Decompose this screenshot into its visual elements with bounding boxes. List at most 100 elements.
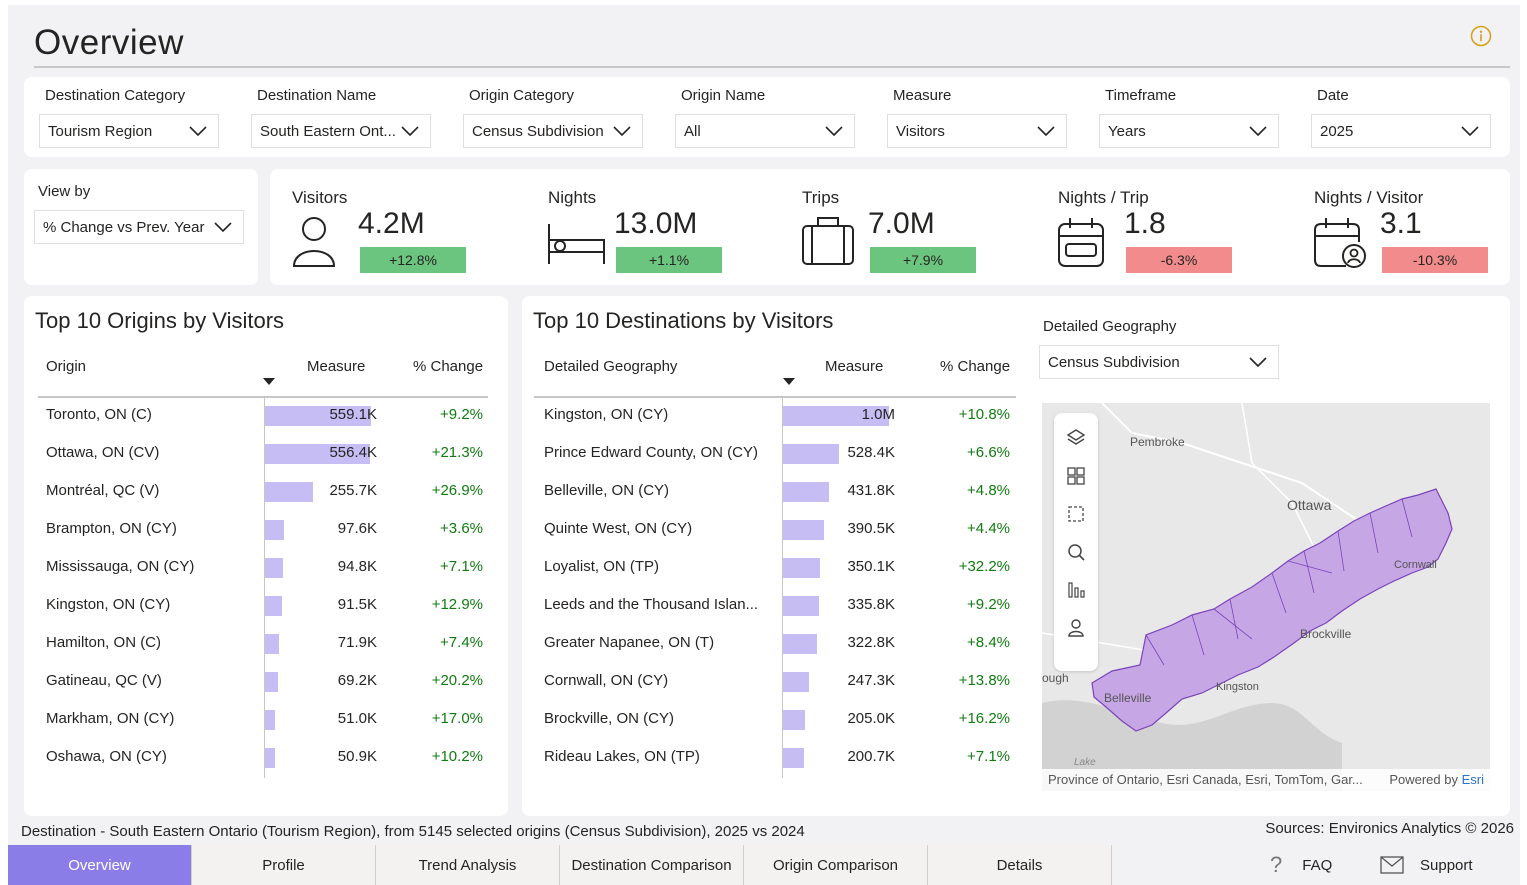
bar-chart-icon[interactable] bbox=[1065, 579, 1087, 601]
origin-category-label: Origin Category bbox=[469, 87, 575, 104]
measure-dropdown[interactable]: Visitors bbox=[887, 114, 1067, 148]
person-locate-icon[interactable] bbox=[1065, 617, 1087, 639]
kpi-value: 3.1 bbox=[1380, 207, 1422, 240]
table-row-bar[interactable] bbox=[265, 596, 282, 616]
destinations-col-measure[interactable]: Measure bbox=[825, 358, 883, 375]
calendar-person-icon bbox=[1314, 218, 1366, 268]
table-row-label[interactable]: Prince Edward County, ON (CY) bbox=[544, 444, 758, 461]
table-row-change: +8.4% bbox=[967, 634, 1010, 651]
table-row-bar[interactable] bbox=[783, 710, 805, 730]
origins-col-measure[interactable]: Measure bbox=[307, 358, 365, 375]
tab-details[interactable]: Details bbox=[928, 845, 1112, 885]
title-divider bbox=[34, 66, 1510, 68]
footer-sources: Sources: Environics Analytics © 2026 bbox=[1265, 820, 1514, 837]
table-row-label[interactable]: Loyalist, ON (TP) bbox=[544, 558, 659, 575]
table-row-label[interactable]: Brampton, ON (CY) bbox=[46, 520, 177, 537]
table-row-label[interactable]: Kingston, ON (CY) bbox=[544, 406, 668, 423]
origins-title: Top 10 Origins by Visitors bbox=[35, 308, 285, 333]
table-row-bar[interactable] bbox=[265, 558, 283, 578]
destinations-col-geo[interactable]: Detailed Geography bbox=[544, 358, 677, 375]
table-row-bar[interactable] bbox=[265, 672, 278, 692]
chevron-down-icon bbox=[1249, 357, 1267, 368]
table-row-label[interactable]: Gatineau, QC (V) bbox=[46, 672, 162, 689]
table-row-bar[interactable] bbox=[783, 634, 817, 654]
destination-category-dropdown[interactable]: Tourism Region bbox=[39, 114, 219, 148]
tab-origin-comparison[interactable]: Origin Comparison bbox=[744, 845, 928, 885]
destinations-col-change[interactable]: % Change bbox=[940, 358, 1010, 375]
table-row-change: +9.2% bbox=[440, 406, 483, 423]
table-row-label[interactable]: Rideau Lakes, ON (TP) bbox=[544, 748, 700, 765]
map-place-label: Kingston bbox=[1216, 681, 1259, 693]
table-row-change: +17.0% bbox=[431, 710, 483, 727]
table-row-value: 71.9K bbox=[337, 634, 377, 651]
tab-profile[interactable]: Profile bbox=[192, 845, 376, 885]
table-row-value: 335.8K bbox=[847, 596, 895, 613]
geo-dropdown[interactable]: Census Subdivision bbox=[1039, 345, 1279, 379]
table-row-label[interactable]: Belleville, ON (CY) bbox=[544, 482, 669, 499]
tab-trend-analysis[interactable]: Trend Analysis bbox=[376, 845, 560, 885]
person-icon bbox=[292, 217, 336, 267]
table-row-bar[interactable] bbox=[265, 710, 275, 730]
search-icon[interactable] bbox=[1065, 541, 1087, 563]
destination-name-label: Destination Name bbox=[257, 87, 377, 104]
origins-col-origin[interactable]: Origin bbox=[46, 358, 86, 375]
mail-icon bbox=[1380, 856, 1404, 874]
rect-select-icon[interactable] bbox=[1065, 503, 1087, 525]
table-row-label[interactable]: Markham, ON (CY) bbox=[46, 710, 174, 727]
table-row-value: 559.1K bbox=[329, 406, 377, 423]
table-row-label[interactable]: Hamilton, ON (C) bbox=[46, 634, 161, 651]
table-row-value: 322.8K bbox=[847, 634, 895, 651]
table-row-label[interactable]: Leeds and the Thousand Islan... bbox=[544, 596, 758, 613]
origin-name-dropdown[interactable]: All bbox=[675, 114, 855, 148]
qr-select-icon[interactable] bbox=[1065, 465, 1087, 487]
kpi-change-badge: +1.1% bbox=[616, 247, 722, 273]
timeframe-dropdown[interactable]: Years bbox=[1099, 114, 1279, 148]
bed-icon bbox=[548, 224, 605, 264]
table-row-bar[interactable] bbox=[265, 748, 275, 768]
view-by-dropdown[interactable]: % Change vs Prev. Year bbox=[34, 210, 244, 244]
table-row-label[interactable]: Toronto, ON (C) bbox=[46, 406, 152, 423]
chevron-down-icon bbox=[401, 126, 419, 137]
table-row-bar[interactable] bbox=[783, 596, 819, 616]
table-row-value: 50.9K bbox=[337, 748, 377, 765]
table-row-label[interactable]: Quinte West, ON (CY) bbox=[544, 520, 692, 537]
table-row-label[interactable]: Mississauga, ON (CY) bbox=[46, 558, 194, 575]
table-row-value: 97.6K bbox=[337, 520, 377, 537]
info-icon[interactable] bbox=[1470, 25, 1492, 47]
table-row-label[interactable]: Cornwall, ON (CY) bbox=[544, 672, 668, 689]
table-row-bar[interactable] bbox=[265, 520, 284, 540]
support-button[interactable]: Support bbox=[1380, 845, 1473, 885]
table-row-label[interactable]: Montréal, QC (V) bbox=[46, 482, 159, 499]
table-row-change: +4.8% bbox=[967, 482, 1010, 499]
map-attribution: Province of Ontario, Esri Canada, Esri, … bbox=[1042, 769, 1490, 791]
date-dropdown[interactable]: 2025 bbox=[1311, 114, 1491, 148]
support-label: Support bbox=[1420, 856, 1473, 874]
esri-link[interactable]: Esri bbox=[1462, 772, 1484, 787]
table-row-label[interactable]: Greater Napanee, ON (T) bbox=[544, 634, 714, 651]
table-row-bar[interactable] bbox=[783, 672, 809, 692]
table-row-bar[interactable] bbox=[265, 634, 279, 654]
table-row-label[interactable]: Ottawa, ON (CV) bbox=[46, 444, 159, 461]
layers-icon[interactable] bbox=[1065, 427, 1087, 449]
map-view[interactable]: Pembroke Ottawa Cornwall Brockville King… bbox=[1042, 403, 1490, 791]
table-row-label[interactable]: Brockville, ON (CY) bbox=[544, 710, 674, 727]
table-row-change: +3.6% bbox=[440, 520, 483, 537]
table-row-value: 255.7K bbox=[329, 482, 377, 499]
origin-category-dropdown[interactable]: Census Subdivision bbox=[463, 114, 643, 148]
powered-by-label: Powered by bbox=[1389, 772, 1458, 787]
destination-name-dropdown[interactable]: South Eastern Ont... bbox=[251, 114, 431, 148]
map-place-label: Belleville bbox=[1104, 691, 1152, 705]
table-row-change: +10.2% bbox=[431, 748, 483, 765]
table-row-label[interactable]: Kingston, ON (CY) bbox=[46, 596, 170, 613]
faq-button[interactable]: ? FAQ bbox=[1270, 845, 1332, 885]
tab-destination-comparison[interactable]: Destination Comparison bbox=[560, 845, 744, 885]
kpi-label: Nights / Trip bbox=[1058, 188, 1149, 207]
table-row-label[interactable]: Oshawa, ON (CY) bbox=[46, 748, 167, 765]
tab-overview[interactable]: Overview bbox=[8, 845, 192, 885]
table-row-bar[interactable] bbox=[783, 748, 804, 768]
measure-label: Measure bbox=[893, 87, 952, 104]
map-place-label: Lake bbox=[1074, 757, 1096, 768]
sort-desc-icon[interactable] bbox=[263, 378, 275, 385]
sort-desc-icon[interactable] bbox=[783, 378, 795, 385]
origins-col-change[interactable]: % Change bbox=[413, 358, 483, 375]
